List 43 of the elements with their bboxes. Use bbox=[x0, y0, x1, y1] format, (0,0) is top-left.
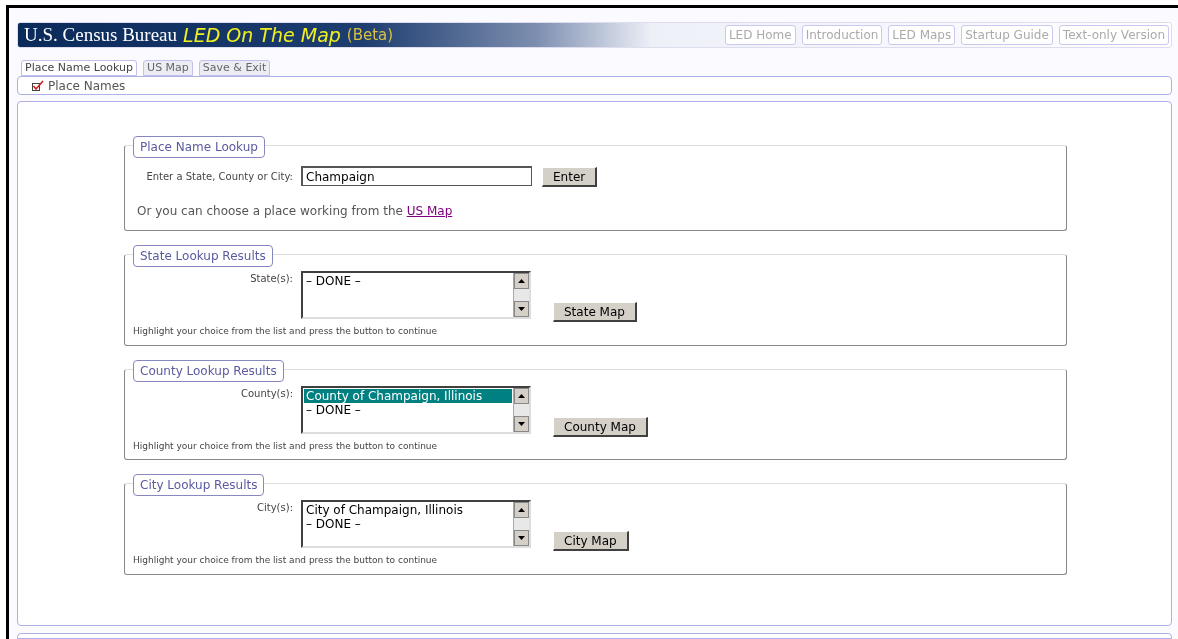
field-label: County(s): bbox=[240, 386, 294, 401]
submit-button[interactable]: Enter bbox=[542, 167, 598, 187]
app-title: LED On The Map bbox=[183, 22, 341, 48]
agency-title: U.S. Census Bureau bbox=[24, 22, 178, 47]
scroll-down-icon[interactable] bbox=[514, 530, 529, 546]
scroll-down-icon[interactable] bbox=[514, 415, 529, 432]
section-legend: State Lookup Results bbox=[133, 245, 273, 267]
list-option[interactable]: – DONE – bbox=[304, 402, 512, 417]
hint-text: Highlight your choice from the list and press the button to continue bbox=[133, 325, 439, 338]
instruction-text: Or you can choose a place working from the US Map bbox=[137, 203, 454, 220]
us-map-link[interactable]: US Map bbox=[406, 204, 453, 218]
list-option[interactable]: County of Champaign, Illinois bbox=[304, 388, 512, 403]
section-legend: City Lookup Results bbox=[133, 474, 265, 496]
results-listbox[interactable]: City of Champaign, Illinois – DONE – bbox=[301, 500, 531, 548]
checkbox-icon[interactable] bbox=[32, 80, 44, 91]
scroll-down-icon[interactable] bbox=[514, 301, 529, 317]
tab[interactable]: Save & Exit bbox=[198, 60, 271, 76]
submit-button[interactable]: City Map bbox=[553, 531, 629, 551]
list-option[interactable]: – DONE – bbox=[304, 517, 512, 531]
results-listbox[interactable]: – DONE – bbox=[301, 271, 531, 319]
hint-text: Highlight your choice from the list and press the button to continue bbox=[133, 439, 439, 453]
hint-text: Highlight your choice from the list and press the button to continue bbox=[133, 554, 439, 567]
tab[interactable]: Place Name Lookup bbox=[21, 60, 138, 76]
scrollbar[interactable] bbox=[513, 387, 529, 432]
place-name-input[interactable]: Champaign bbox=[301, 166, 532, 186]
list-option[interactable]: – DONE – bbox=[304, 274, 512, 288]
list-option[interactable]: City of Champaign, Illinois bbox=[304, 503, 512, 517]
beta-label: (Beta) bbox=[346, 24, 394, 46]
field-label: State(s): bbox=[249, 272, 294, 286]
submit-button[interactable]: State Map bbox=[553, 302, 637, 322]
tab[interactable]: US Map bbox=[143, 60, 193, 76]
results-listbox[interactable]: County of Champaign, Illinois – DONE – bbox=[301, 385, 531, 434]
section-legend: County Lookup Results bbox=[133, 359, 284, 382]
submit-button[interactable]: County Map bbox=[553, 416, 648, 437]
layer-label: Place Names bbox=[48, 77, 126, 95]
scrollbar[interactable] bbox=[513, 502, 529, 546]
field-label: City(s): bbox=[256, 501, 294, 515]
field-label: Enter a State, County or City: bbox=[145, 169, 294, 184]
scrollbar[interactable] bbox=[513, 273, 529, 317]
section-legend: Place Name Lookup bbox=[133, 136, 265, 158]
scroll-up-icon[interactable] bbox=[514, 502, 529, 518]
scroll-up-icon[interactable] bbox=[514, 387, 529, 404]
scroll-up-icon[interactable] bbox=[514, 273, 529, 289]
